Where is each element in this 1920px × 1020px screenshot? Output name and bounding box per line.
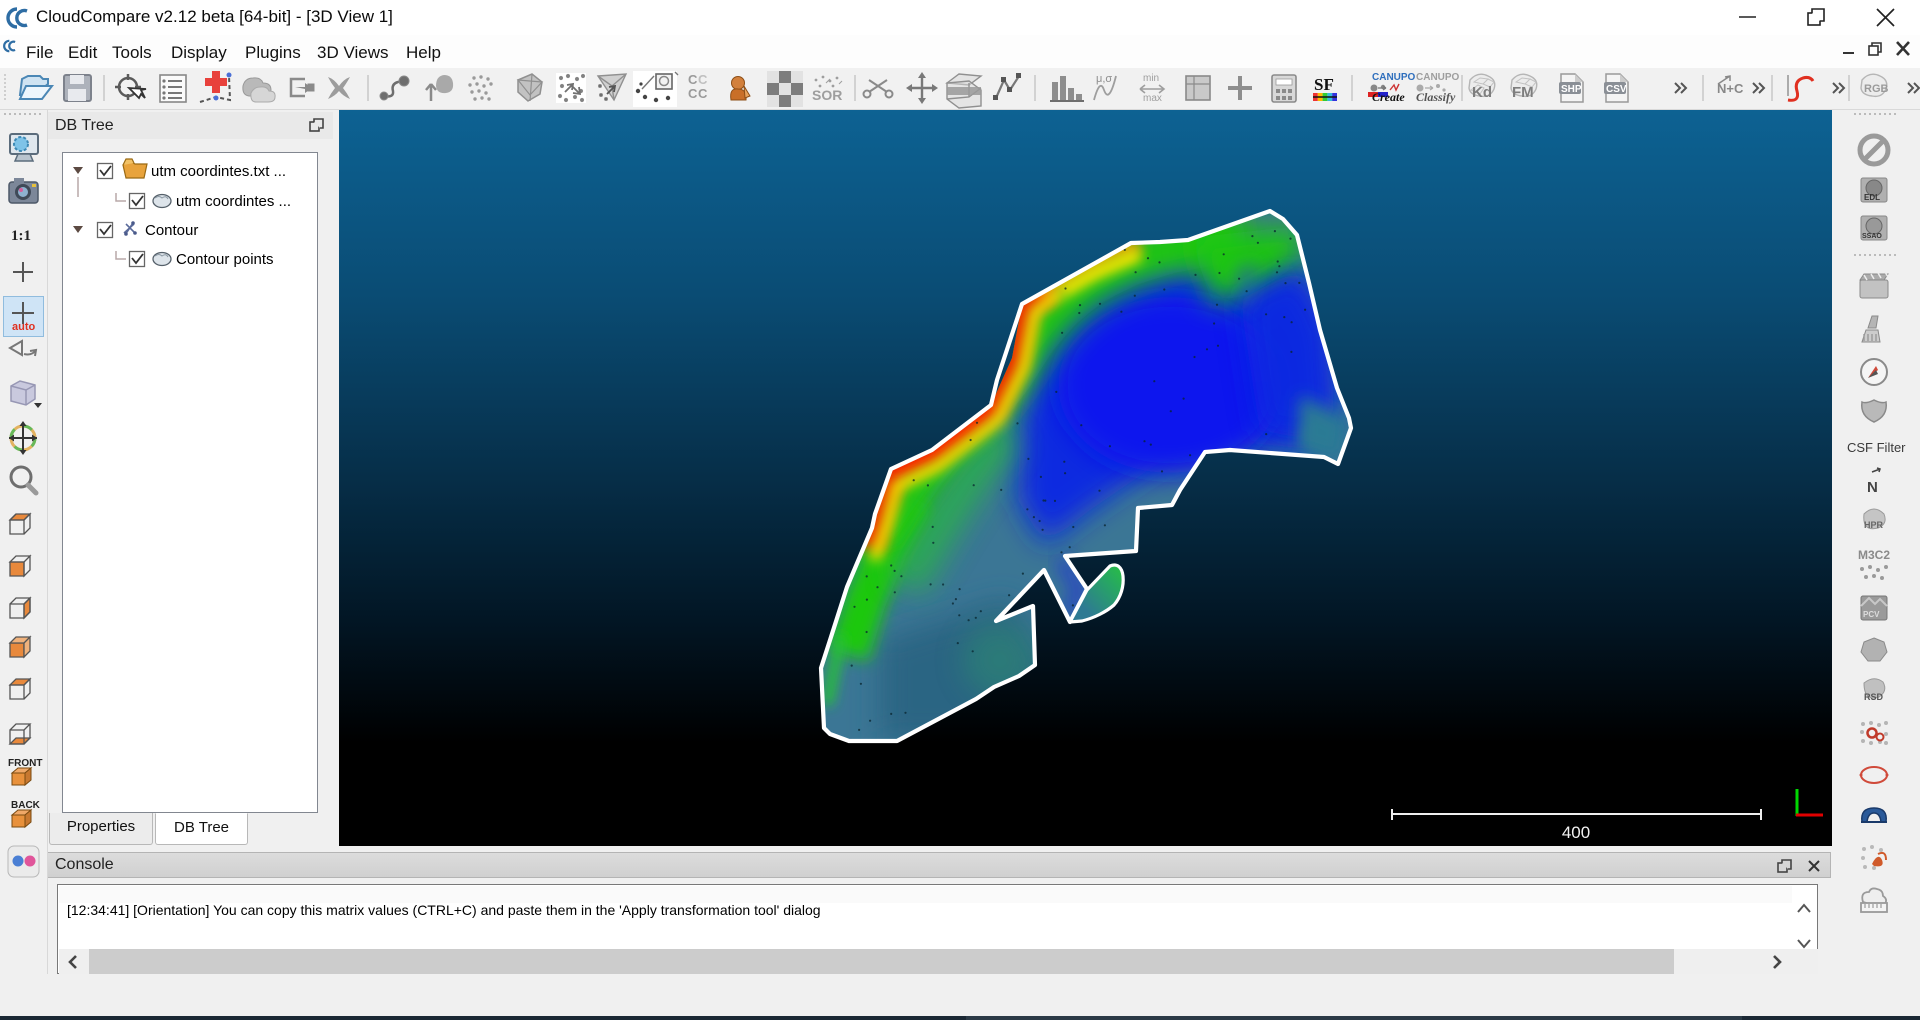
svg-text:C: C: [698, 72, 708, 87]
svg-text:SSAO: SSAO: [1862, 233, 1882, 240]
svg-text:400: 400: [1562, 823, 1590, 842]
svg-text:C: C: [698, 86, 708, 101]
svg-text:PCV: PCV: [1863, 610, 1880, 619]
svg-text:1:1: 1:1: [11, 228, 31, 244]
svg-text:Create: Create: [1372, 90, 1405, 104]
svg-text:RGB: RGB: [1864, 83, 1889, 95]
svg-text:EDL: EDL: [1864, 193, 1880, 202]
svg-text:SOR: SOR: [812, 87, 842, 103]
svg-text:N: N: [1867, 479, 1878, 496]
svg-text:M3C2: M3C2: [1858, 548, 1890, 562]
svg-text:RSD: RSD: [1864, 692, 1884, 702]
svg-text:SF: SF: [1314, 75, 1334, 94]
svg-text:CANUPO: CANUPO: [1416, 72, 1460, 83]
svg-text:SHP: SHP: [1561, 84, 1582, 95]
svg-text:CANUPO: CANUPO: [1372, 72, 1416, 83]
svg-text:CSV: CSV: [1606, 84, 1627, 95]
svg-text:FRONT: FRONT: [8, 758, 42, 769]
svg-text:max: max: [1143, 93, 1162, 104]
svg-text:C: C: [688, 72, 698, 87]
svg-text:CSF Filter: CSF Filter: [1847, 440, 1906, 455]
svg-text:C: C: [688, 86, 698, 101]
svg-text:Kd: Kd: [1472, 84, 1492, 101]
svg-text:N+C: N+C: [1717, 81, 1744, 96]
svg-text:Classify: Classify: [1416, 90, 1456, 104]
svg-text:FM: FM: [1512, 84, 1534, 101]
svg-text:BACK: BACK: [11, 800, 41, 811]
svg-text:HPR: HPR: [1864, 520, 1884, 530]
svg-text:auto: auto: [12, 321, 36, 333]
svg-text:μ,σ: μ,σ: [1096, 73, 1112, 85]
svg-text:min: min: [1143, 73, 1159, 84]
